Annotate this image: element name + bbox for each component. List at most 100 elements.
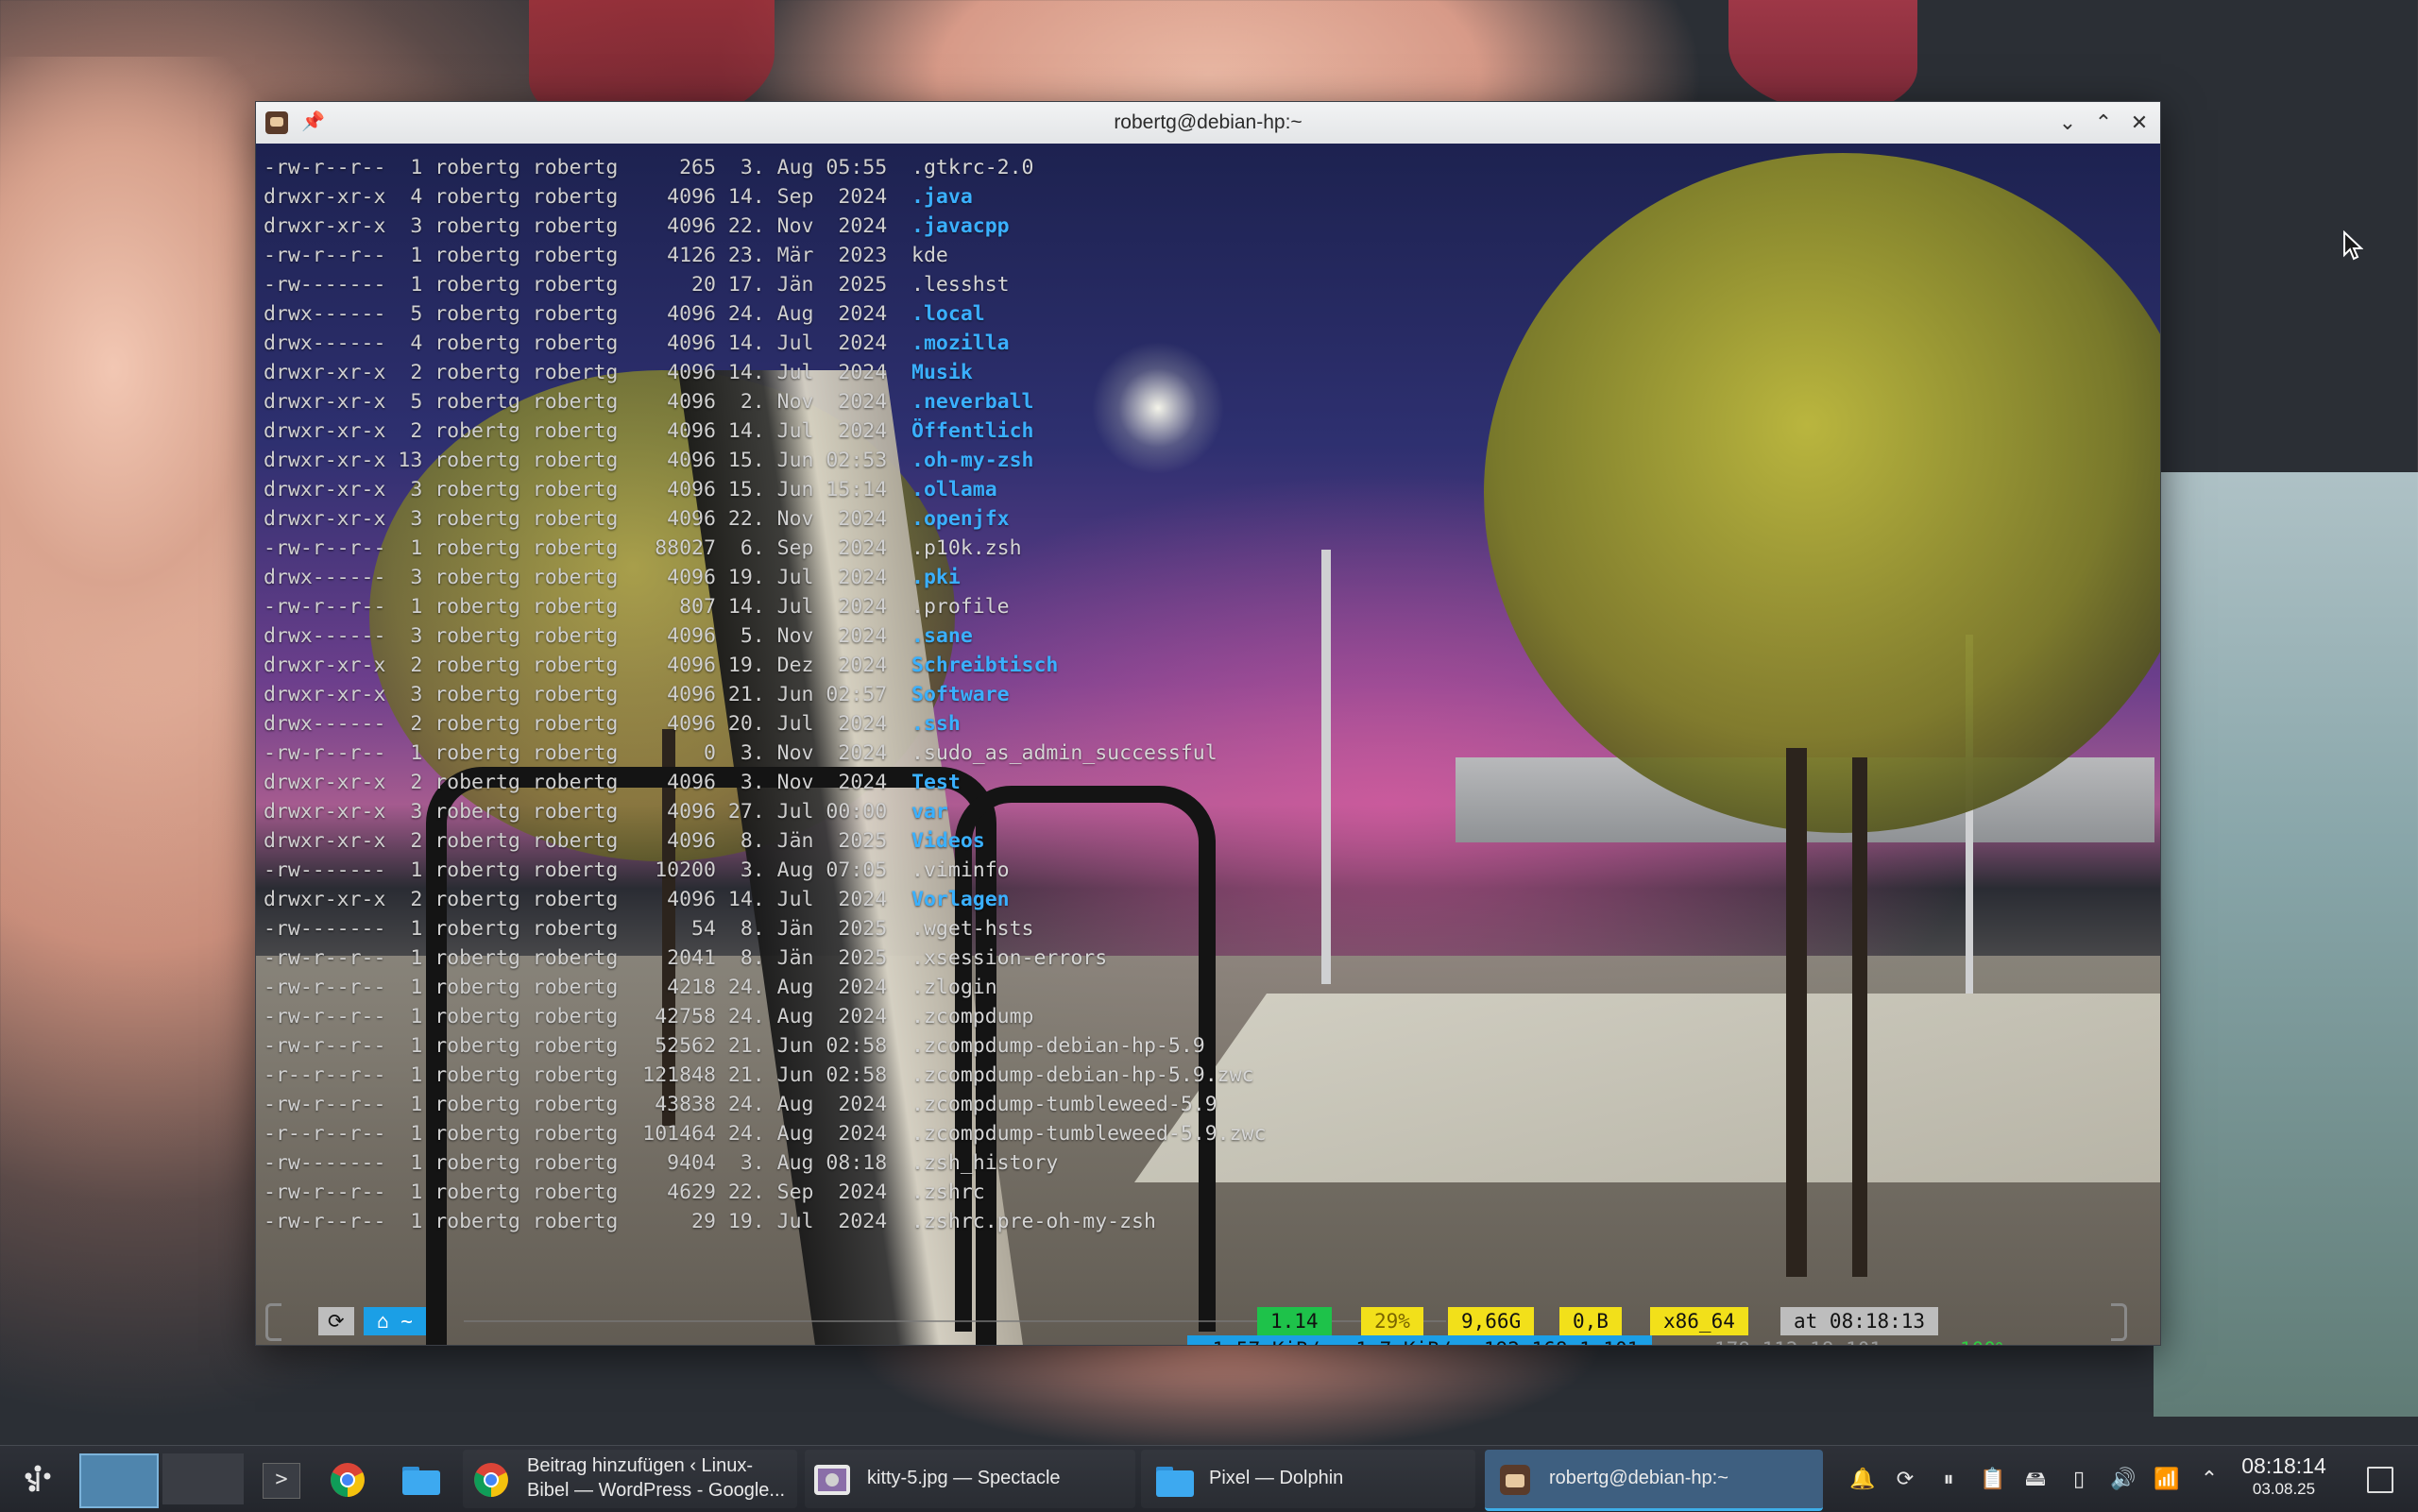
disk-icon[interactable]: 🖴 xyxy=(2023,1467,2048,1491)
ls-row-meta: drwxr-xr-x 4 robertg robertg 4096 14. Se… xyxy=(264,185,912,209)
ls-row: -rw-r--r-- 1 robertg robertg 52562 21. J… xyxy=(264,1031,1266,1061)
ls-row-filename: Vorlagen xyxy=(911,888,1010,911)
ls-row-meta: drwxr-xr-x 3 robertg robertg 4096 27. Ju… xyxy=(264,800,912,824)
ls-output: -rw-r--r-- 1 robertg robertg 265 3. Aug … xyxy=(264,153,1266,1236)
task-chrome-wordpress[interactable]: Beitrag hinzufügen ‹ Linux- Bibel — Word… xyxy=(463,1450,797,1508)
task-label: kitty-5.jpg — Spectacle xyxy=(867,1468,1061,1488)
close-button[interactable]: ✕ xyxy=(2126,110,2153,136)
ls-row-meta: drwxr-xr-x 3 robertg robertg 4096 22. No… xyxy=(264,507,912,531)
task-label: robertg@debian-hp:~ xyxy=(1549,1468,1728,1488)
ls-row: drwxr-xr-x 5 robertg robertg 4096 2. Nov… xyxy=(264,387,1266,416)
kdeconnect-icon[interactable]: ▯ xyxy=(2067,1467,2091,1491)
ls-row-filename: .ollama xyxy=(911,478,997,501)
ls-row: drwx------ 3 robertg robertg 4096 5. Nov… xyxy=(264,621,1266,651)
volume-icon[interactable]: 🔊 xyxy=(2110,1467,2136,1491)
ls-row-filename: .zsh_history xyxy=(911,1151,1059,1175)
ls-row-filename: .zcompdump-debian-hp-5.9 xyxy=(911,1034,1205,1058)
ls-row-filename: .local xyxy=(911,302,985,326)
clock-time: 08:18:14 xyxy=(2241,1453,2326,1478)
terminal-window[interactable]: 📌 robertg@debian-hp:~ ⌄ ⌃ ✕ -rw-r--r-- 1… xyxy=(255,101,2161,1346)
ls-row-filename: Test xyxy=(911,771,961,794)
application-launcher-icon[interactable] xyxy=(21,1463,55,1497)
tray-expand-icon[interactable]: ⌃ xyxy=(2197,1467,2222,1491)
media-pause-icon[interactable]: ⏸ xyxy=(1936,1467,1961,1491)
ls-row-filename: .sudo_as_admin_successful xyxy=(911,741,1218,765)
ls-row-meta: -rw-r--r-- 1 robertg robertg 29 19. Jul … xyxy=(264,1210,912,1233)
ls-row: drwx------ 3 robertg robertg 4096 19. Ju… xyxy=(264,563,1266,592)
ls-row: drwxr-xr-x 2 robertg robertg 4096 14. Ju… xyxy=(264,358,1266,387)
ls-row-filename: .zlogin xyxy=(911,976,997,999)
ls-row-meta: drwxr-xr-x 2 robertg robertg 4096 14. Ju… xyxy=(264,361,912,384)
ls-row-meta: drwx------ 3 robertg robertg 4096 19. Ju… xyxy=(264,566,912,589)
ls-row-meta: -rw-r--r-- 1 robertg robertg 4629 22. Se… xyxy=(264,1181,912,1204)
prompt-localip-segment: 192.168.1.101 xyxy=(1471,1335,1653,1345)
ls-row-filename: Software xyxy=(911,683,1010,706)
task-dolphin[interactable]: Pixel — Dolphin xyxy=(1141,1450,1475,1508)
ls-row-filename: .zcompdump xyxy=(911,1005,1034,1028)
ls-row-meta: -rw-r--r-- 1 robertg robertg 807 14. Jul… xyxy=(264,595,912,619)
task-kitty-terminal[interactable]: robertg@debian-hp:~ xyxy=(1485,1450,1823,1511)
ls-row-filename: .javacpp xyxy=(911,214,1010,238)
ls-row-filename: .sane xyxy=(911,624,973,648)
ls-row: -rw-r--r-- 1 robertg robertg 0 3. Nov 20… xyxy=(264,739,1266,768)
digital-clock[interactable]: 08:18:14 03.08.25 xyxy=(2239,1452,2329,1499)
wifi-icon[interactable]: 📶 xyxy=(2154,1467,2179,1491)
ls-row: drwxr-xr-x 2 robertg robertg 4096 14. Ju… xyxy=(264,885,1266,914)
ls-row-meta: drwxr-xr-x 13 robertg robertg 4096 15. J… xyxy=(264,449,912,472)
ls-row-meta: -rw------- 1 robertg robertg 9404 3. Aug… xyxy=(264,1151,912,1175)
ls-row: drwxr-xr-x 4 robertg robertg 4096 14. Se… xyxy=(264,182,1266,212)
ls-row: drwxr-xr-x 3 robertg robertg 4096 21. Ju… xyxy=(264,680,1266,709)
konsole-launcher-icon[interactable]: > xyxy=(263,1463,300,1499)
ls-row-meta: -rw-r--r-- 1 robertg robertg 265 3. Aug … xyxy=(264,156,912,179)
ls-row-meta: -rw-r--r-- 1 robertg robertg 4218 24. Au… xyxy=(264,976,912,999)
ls-row-filename: Öffentlich xyxy=(911,419,1034,443)
chrome-launcher-icon[interactable] xyxy=(329,1461,366,1499)
prompt-battery-segment: 100% xyxy=(1947,1335,2021,1345)
virtual-desktop-2[interactable] xyxy=(162,1453,244,1504)
minimize-button[interactable]: ⌄ xyxy=(2054,110,2081,136)
dolphin-launcher-icon[interactable] xyxy=(400,1463,442,1497)
ls-row-meta: drwxr-xr-x 2 robertg robertg 4096 3. Nov… xyxy=(264,771,912,794)
bg-tree-trunk xyxy=(1786,748,1807,1277)
ls-row: drwxr-xr-x 2 robertg robertg 4096 3. Nov… xyxy=(264,768,1266,797)
ls-row-meta: -rw-r--r-- 1 robertg robertg 0 3. Nov 20… xyxy=(264,741,912,765)
ls-row: -rw-r--r-- 1 robertg robertg 43838 24. A… xyxy=(264,1090,1266,1119)
ls-row-meta: drwxr-xr-x 3 robertg robertg 4096 21. Ju… xyxy=(264,683,912,706)
ls-row-filename: .zcompdump-debian-hp-5.9.zwc xyxy=(911,1063,1254,1087)
prompt-publicip-segment: 178.112.18.101 xyxy=(1701,1335,1895,1345)
background-hair-right xyxy=(1728,0,1917,113)
notifications-icon[interactable]: 🔔 xyxy=(1849,1467,1875,1491)
ls-row: -rw-r--r-- 1 robertg robertg 265 3. Aug … xyxy=(264,153,1266,182)
terminal-area[interactable]: -rw-r--r-- 1 robertg robertg 265 3. Aug … xyxy=(256,144,2160,1345)
task-spectacle[interactable]: kitty-5.jpg — Spectacle xyxy=(805,1450,1135,1508)
ls-row-filename: Schreibtisch xyxy=(911,654,1059,677)
ls-row-filename: .neverball xyxy=(911,390,1034,414)
prompt-bracket-left xyxy=(265,1303,281,1341)
ls-row-filename: .pki xyxy=(911,566,961,589)
ls-row: drwxr-xr-x 2 robertg robertg 4096 14. Ju… xyxy=(264,416,1266,446)
ls-row-filename: var xyxy=(911,800,948,824)
ls-row-filename: .openjfx xyxy=(911,507,1010,531)
ls-row: drwxr-xr-x 3 robertg robertg 4096 22. No… xyxy=(264,504,1266,534)
ls-row: -rw-r--r-- 1 robertg robertg 4629 22. Se… xyxy=(264,1178,1266,1207)
clipboard-icon[interactable]: 📋 xyxy=(1980,1467,2005,1491)
ls-row: -rw------- 1 robertg robertg 10200 3. Au… xyxy=(264,856,1266,885)
ls-row: -rw------- 1 robertg robertg 9404 3. Aug… xyxy=(264,1148,1266,1178)
ls-row-filename: Videos xyxy=(911,829,985,853)
ls-row: drwx------ 4 robertg robertg 4096 14. Ju… xyxy=(264,329,1266,358)
ls-row-meta: drwxr-xr-x 5 robertg robertg 4096 2. Nov… xyxy=(264,390,912,414)
window-titlebar[interactable]: 📌 robertg@debian-hp:~ ⌄ ⌃ ✕ xyxy=(256,102,2160,144)
show-desktop-icon[interactable] xyxy=(2367,1467,2393,1493)
ls-row: -rw------- 1 robertg robertg 20 17. Jän … xyxy=(264,270,1266,299)
ls-row: -rw-r--r-- 1 robertg robertg 807 14. Jul… xyxy=(264,592,1266,621)
virtual-desktop-1[interactable] xyxy=(79,1453,159,1508)
ls-row: -rw-r--r-- 1 robertg robertg 42758 24. A… xyxy=(264,1002,1266,1031)
ls-row: -rw-r--r-- 1 robertg robertg 2041 8. Jän… xyxy=(264,943,1266,973)
background-hand xyxy=(0,57,283,756)
ls-row-meta: -rw------- 1 robertg robertg 10200 3. Au… xyxy=(264,858,912,882)
ls-row: -rw-r--r-- 1 robertg robertg 29 19. Jul … xyxy=(264,1207,1266,1236)
maximize-button[interactable]: ⌃ xyxy=(2090,110,2117,136)
background-chin xyxy=(850,1341,1606,1454)
ls-row-filename: .viminfo xyxy=(911,858,1010,882)
update-icon[interactable]: ⟳ xyxy=(1893,1467,1917,1491)
